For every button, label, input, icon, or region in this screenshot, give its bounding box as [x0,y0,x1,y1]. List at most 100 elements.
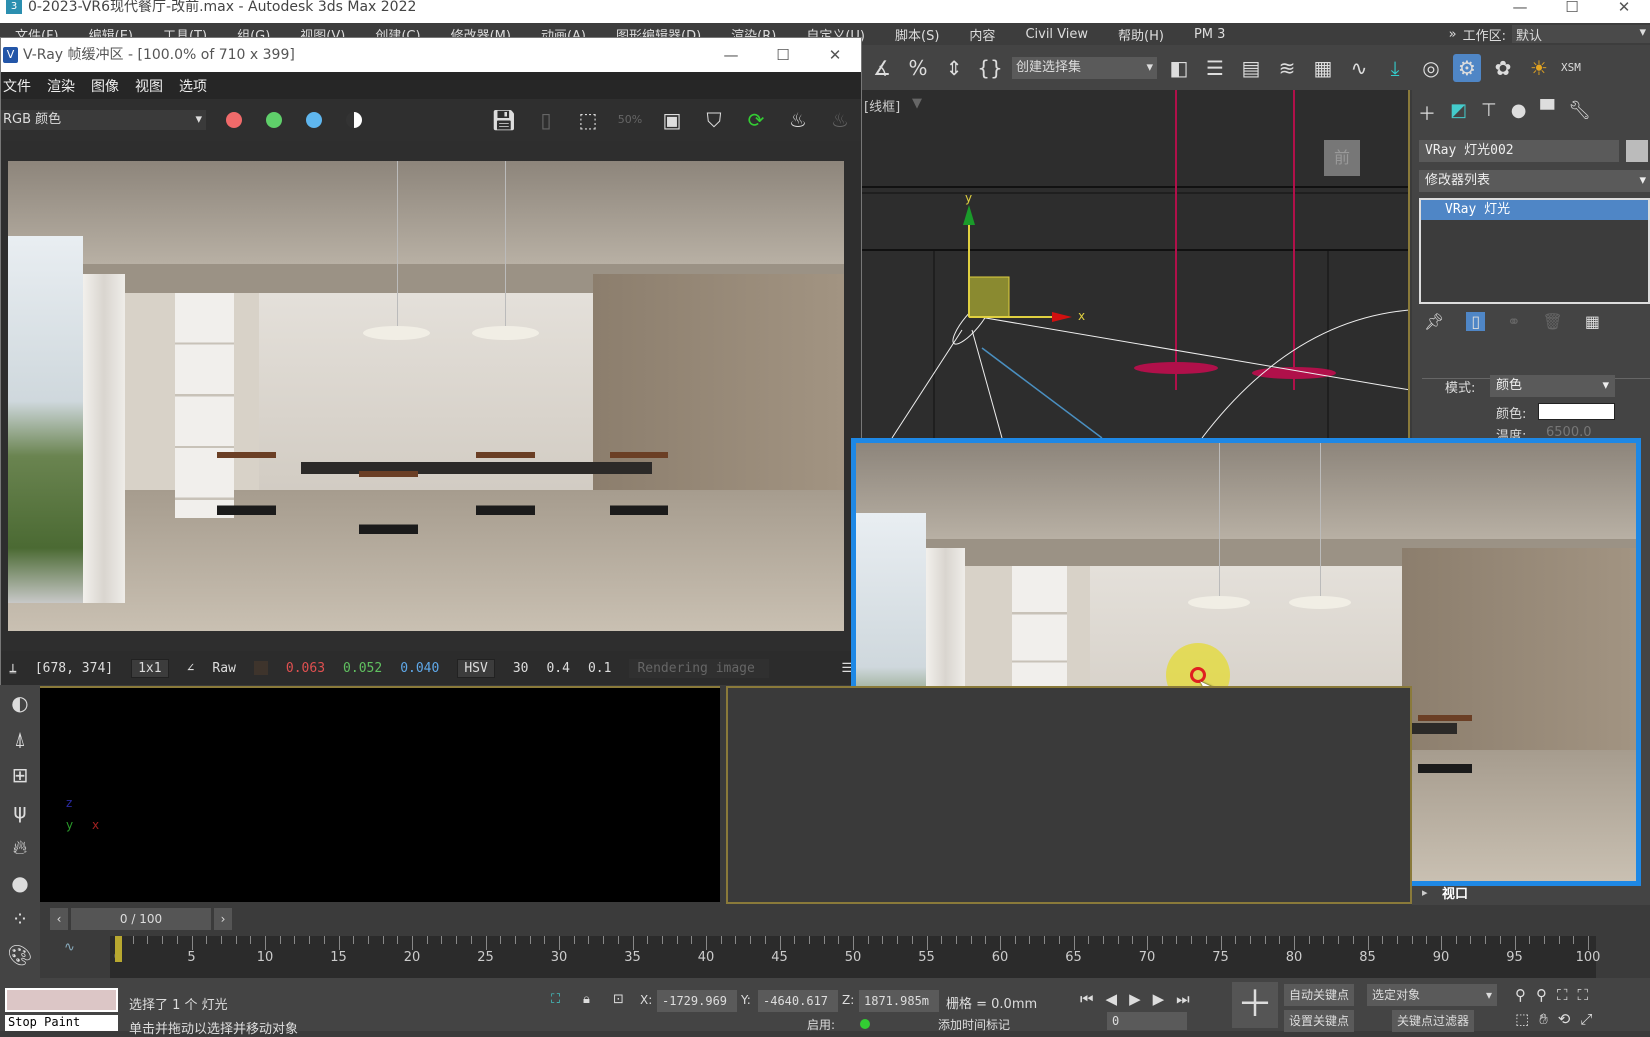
prev-frame-button[interactable]: ‹ [50,908,68,930]
percent-snap-icon[interactable]: % [904,54,932,82]
light-color-swatch[interactable] [1538,403,1615,420]
vfb-menu-image[interactable]: 图像 [91,76,119,96]
edit-named-selection-icon[interactable]: {} [976,54,1004,82]
menu-civil-view[interactable]: Civil View [1025,27,1088,42]
fur-icon[interactable]: ψ [0,793,40,829]
menu-content[interactable]: 内容 [969,25,995,44]
hierarchy-tab-icon[interactable]: ⊤ [1481,100,1497,126]
zoom-all-icon[interactable]: ⚲ [1536,986,1547,1004]
absolute-mode-icon[interactable]: ⊡ [613,992,624,1007]
y-coordinate-field[interactable]: -4640.617 [758,990,838,1012]
viewport-front[interactable]: [线框] ▼ 前 y x [862,90,1410,438]
vfb-title-bar[interactable]: V V-Ray 帧缓冲区 - [100.0% of 710 x 399] — ☐ ✕ [1,38,861,72]
material-editor-icon[interactable]: ◎ [1417,54,1445,82]
zoom-extents-all-icon[interactable]: ⛶ [1578,986,1589,1004]
orbit-icon[interactable]: ⟲ [1558,1010,1571,1028]
auto-key-button[interactable]: 自动关键点 [1284,984,1355,1006]
isolate-selection-icon[interactable]: ⛶ [551,992,560,1007]
configure-sets-icon[interactable]: ▦ [1585,312,1600,331]
menu-overflow-button[interactable]: » [1449,27,1457,42]
zoom-icon[interactable]: ⚲ [1515,986,1526,1004]
sampling-dropdown[interactable]: 1x1 [131,658,169,678]
rollout-expand-icon[interactable]: ▸ [1422,886,1428,899]
add-time-tag[interactable]: 添加时间标记 [938,1016,1010,1033]
blue-channel-button[interactable] [306,112,322,128]
interactive-render-icon[interactable]: ⟳ [741,105,771,135]
modifier-list-dropdown[interactable]: 修改器列表 ▾ [1419,170,1650,192]
zoom-extents-icon[interactable]: ⛶ [1557,986,1568,1004]
modifier-stack-item[interactable]: VRay 灯光 [1421,200,1648,220]
mirror-icon[interactable]: ◧ [1165,54,1193,82]
workspace-dropdown[interactable]: 默认 ▾ [1512,25,1650,44]
maxscript-listener[interactable] [5,988,118,1012]
maximize-viewport-icon[interactable]: ⤢ [1580,1010,1592,1028]
go-to-end-icon[interactable]: ⏭ [1176,990,1190,1008]
vfb-menu-options[interactable]: 选项 [179,76,207,96]
proxy-icon[interactable]: ⊞ [0,757,40,793]
minimize-button[interactable]: — [1494,0,1546,15]
zoom-50-icon[interactable]: 50% [615,105,645,135]
track-mouse-icon[interactable]: ⛉ [699,105,729,135]
current-frame-field[interactable]: 0 [1107,1012,1187,1030]
current-frame-marker[interactable] [115,936,122,962]
render-production-icon[interactable]: ☀ [1525,54,1553,82]
render-teapot-icon[interactable]: ♨ [783,105,813,135]
named-selection-dropdown[interactable]: 创建选择集 ▾ [1012,56,1157,79]
region-render-icon[interactable]: ⬚ [573,105,603,135]
color-dots-icon[interactable]: ⁘ [0,901,40,937]
ribbon-icon[interactable]: ▦ [1309,54,1337,82]
align-icon[interactable]: ☰ [1201,54,1229,82]
vray-tools-icon[interactable]: ◐ [0,685,40,721]
layer-explorer-icon[interactable]: ≋ [1273,54,1301,82]
remove-modifier-icon[interactable]: 🗑︎ [1543,312,1563,331]
z-coordinate-field[interactable]: 1871.985m [859,990,939,1012]
modify-tab-icon[interactable]: ◩ [1450,100,1467,126]
rendered-image[interactable] [8,161,844,631]
x-coordinate-field[interactable]: -1729.969 [657,990,737,1012]
timeline-track[interactable]: 0510152025303540455055606570758085909510… [110,936,1600,978]
motion-tab-icon[interactable]: ● [1511,100,1527,126]
next-key-icon[interactable]: ▶︎ [1153,990,1165,1008]
spinner-snap-icon[interactable]: ⇕ [940,54,968,82]
viewport-left[interactable] [726,686,1412,904]
vfb-close-button[interactable]: ✕ [809,38,861,72]
light-lister-icon[interactable]: ⍋ [0,721,40,757]
utilities-tab-icon[interactable]: 🔧︎ [1568,100,1591,126]
enable-indicator[interactable] [860,1019,870,1029]
vfb-menu-render[interactable]: 渲染 [47,76,75,96]
prev-key-icon[interactable]: ◀︎ [1106,990,1118,1008]
red-channel-button[interactable] [226,112,242,128]
channel-dropdown[interactable]: RGB 颜色 ▾ [1,110,206,130]
angle-snap-icon[interactable]: ∡ [868,54,896,82]
green-channel-button[interactable] [266,112,282,128]
vfb-menu-file[interactable]: 文件 [3,76,31,96]
next-frame-button[interactable]: › [214,908,232,930]
vfb-menu-view[interactable]: 视图 [135,76,163,96]
set-key-button[interactable]: 设置关键点 [1284,1010,1355,1032]
viewport-perspective[interactable]: z y x [40,686,720,902]
frame-icon[interactable]: ▣ [657,105,687,135]
curve-icon[interactable]: ∠ [187,661,195,676]
set-key-icon[interactable]: ＋ [1232,982,1278,1028]
selection-lock-icon[interactable]: 🔒︎ [583,992,590,1007]
show-end-result-icon[interactable]: ▯ [1466,312,1486,331]
object-name-field[interactable]: VRay 灯光002 [1419,140,1619,162]
play-icon[interactable]: ▶︎ [1129,990,1141,1008]
alpha-channel-button[interactable] [346,112,362,128]
pin-stack-icon[interactable]: 📌︎ [1424,312,1444,331]
time-slider-thumb[interactable]: 0 / 100 [71,908,211,930]
menu-scripting[interactable]: 脚本(S) [895,25,939,44]
save-icon[interactable]: 💾︎ [489,105,519,135]
maxscript-input[interactable]: Stop Paint [5,1015,118,1031]
menu-help[interactable]: 帮助(H) [1118,25,1164,44]
curve-editor-toggle-icon[interactable]: ∿ [64,940,75,955]
colorspace-dropdown[interactable]: HSV [457,658,495,678]
render-setup-icon[interactable]: ⚙ [1453,53,1481,82]
curve-editor-icon[interactable]: ∿ [1345,54,1373,82]
maximize-button[interactable]: ☐ [1546,0,1598,15]
pan-icon[interactable]: ✋︎ [1539,1010,1548,1028]
go-to-start-icon[interactable]: ⏮ [1080,990,1094,1008]
close-button[interactable]: ✕ [1598,0,1650,15]
pixel-lock-icon[interactable]: ⍊ [9,661,17,676]
mode-dropdown[interactable]: 颜色 ▾ [1490,375,1615,397]
